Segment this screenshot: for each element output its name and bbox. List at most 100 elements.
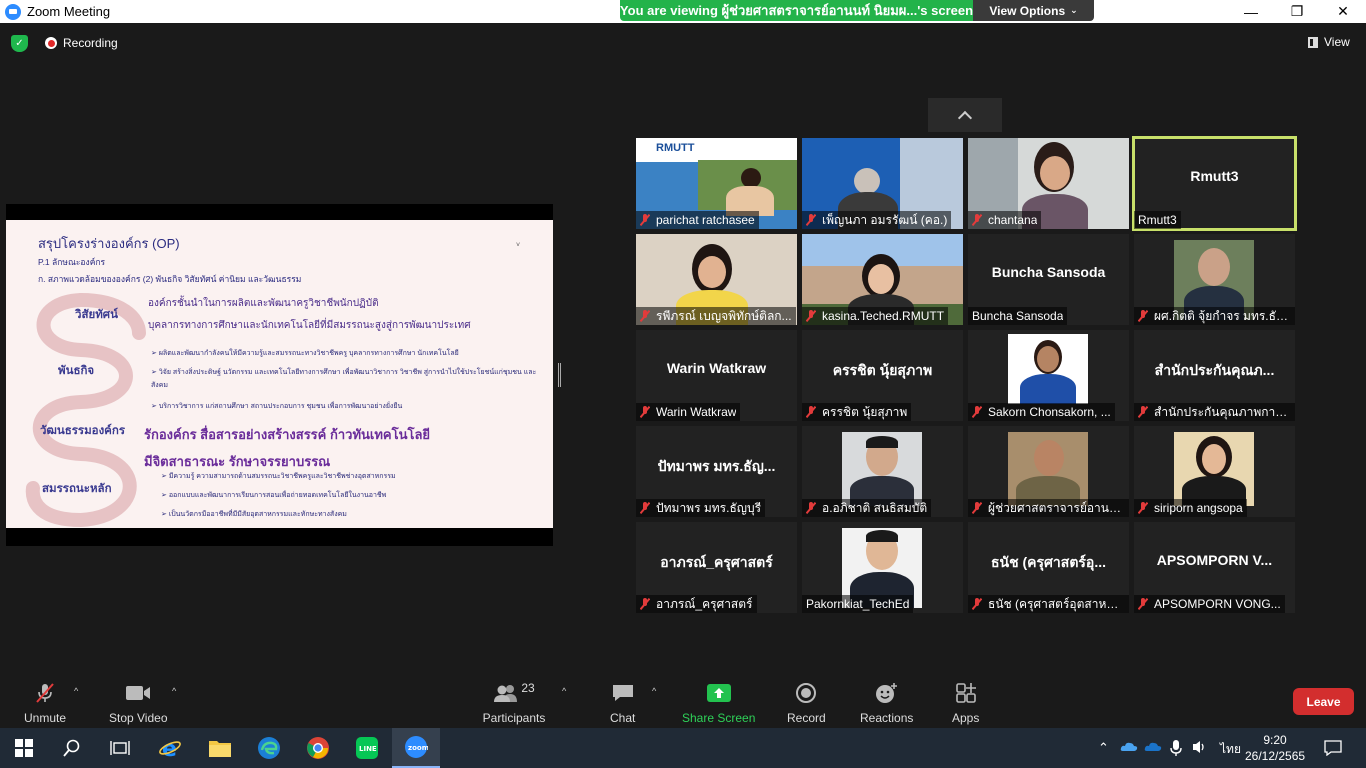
share-banner-message: You are viewing ผู้ช่วยศาสตราจารย์อานนท์… xyxy=(620,0,973,21)
view-options-button[interactable]: View Options ⌄ xyxy=(973,0,1094,21)
culture-line-1: รักองค์กร สื่อสารอย่างสร้างสรรค์ ก้าวทัน… xyxy=(144,427,431,442)
share-screen-button[interactable]: Share Screen xyxy=(682,682,755,725)
recording-label: Recording xyxy=(63,36,118,50)
mic-muted-icon xyxy=(1138,502,1148,514)
reactions-label: Reactions xyxy=(860,711,914,725)
competency-item: มีความรู้ ความสามารถด้านสมรรถนะวิชาชีพคร… xyxy=(161,470,553,483)
participant-name-label: Buncha Sansoda xyxy=(968,307,1068,325)
participant-tile-active-speaker[interactable]: Rmutt3 Rmutt3 xyxy=(1132,136,1297,231)
onedrive-business-icon[interactable] xyxy=(1144,740,1162,755)
video-options-caret-icon[interactable]: ^ xyxy=(172,686,176,696)
participant-tile[interactable]: สำนักประกันคุณภ... สำนักประกันคุณภาพการ.… xyxy=(1134,330,1295,421)
gallery-page-up-button[interactable] xyxy=(928,98,1002,132)
participant-tile[interactable]: ครรชิต นุ้ยสุภาพ ครรชิต นุ้ยสุภาพ xyxy=(802,330,963,421)
microphone-icon[interactable] xyxy=(1170,740,1182,759)
participant-name-label: chantana xyxy=(968,211,1042,229)
chrome-browser-icon[interactable] xyxy=(294,728,342,768)
participant-tile[interactable]: Sakorn Chonsakorn, ... xyxy=(968,330,1129,421)
participant-name-label: ครรชิต นุ้ยสุภาพ xyxy=(802,403,912,421)
participant-name-label: Pakornkiat_TechEd xyxy=(802,595,914,613)
tray-chevron-up-icon[interactable]: ⌃ xyxy=(1098,740,1109,756)
participant-tile[interactable]: รพีภรณ์ เบญจพิทักษ์ติลก... xyxy=(636,234,797,325)
participant-tile[interactable]: Warin Watkraw Warin Watkraw xyxy=(636,330,797,421)
notifications-icon[interactable] xyxy=(1324,740,1342,759)
zoom-app-icon[interactable]: zoom xyxy=(392,728,440,768)
participant-display-name: ครรชิต นุ้ยสุภาพ xyxy=(832,362,933,378)
task-view-icon[interactable] xyxy=(96,728,144,768)
svg-text:LINE: LINE xyxy=(359,745,377,753)
participant-tile[interactable]: ผศ.กิตติ จุ้ยกำจร มทร.ธัญบุรี xyxy=(1134,234,1295,325)
participant-tile[interactable]: APSOMPORN V... APSOMPORN VONG... xyxy=(1134,522,1295,613)
slide-subtitle-1: P.1 ลักษณะองค์กร xyxy=(38,257,106,267)
culture-line-2: มีจิตสาธารณะ รักษาจรรยาบรรณ xyxy=(144,454,331,469)
participant-tile[interactable]: Buncha Sansoda Buncha Sansoda xyxy=(968,234,1129,325)
svg-text:e: e xyxy=(162,737,177,760)
audio-options-caret-icon[interactable]: ^ xyxy=(74,686,78,696)
participant-tile[interactable]: chantana xyxy=(968,138,1129,229)
share-screen-icon xyxy=(706,682,732,704)
recording-indicator[interactable]: Recording xyxy=(45,36,118,50)
slide-subtitle-2: ก. สภาพแวดล้อมขององค์กร (2) พันธกิจ วิสั… xyxy=(38,274,302,284)
mic-muted-icon xyxy=(1138,406,1148,418)
unmute-button[interactable]: Unmute xyxy=(24,682,66,725)
record-button[interactable]: Record xyxy=(787,682,826,725)
stop-video-label: Stop Video xyxy=(109,711,168,725)
participant-display-name: Buncha Sansoda xyxy=(991,264,1106,280)
participants-options-caret-icon[interactable]: ^ xyxy=(562,686,566,696)
edge-browser-icon[interactable] xyxy=(245,728,293,768)
participant-tile[interactable]: Pakornkiat_TechEd xyxy=(802,522,963,613)
reactions-button[interactable]: Reactions xyxy=(860,682,913,725)
windows-start-icon[interactable] xyxy=(0,728,48,768)
participant-tile[interactable]: RMUTT parichat ratchasee xyxy=(636,138,797,229)
view-mode-button[interactable]: View xyxy=(1308,35,1350,49)
internet-explorer-icon[interactable]: e xyxy=(146,728,194,768)
chat-button[interactable]: Chat xyxy=(610,682,635,725)
participant-tile[interactable]: kasina.Teched.RMUTT xyxy=(802,234,963,325)
participant-tile[interactable]: เพ็ญนภา อมรรัฒน์ (คอ.) xyxy=(802,138,963,229)
maximize-button[interactable]: ❐ xyxy=(1274,0,1320,23)
mic-muted-icon xyxy=(1138,598,1148,610)
chat-options-caret-icon[interactable]: ^ xyxy=(652,686,656,696)
participant-tile[interactable]: ธนัช (ครุศาสตร์อุ... ธนัช (ครุศาสตร์อุตส… xyxy=(968,522,1129,613)
video-camera-icon xyxy=(125,682,151,704)
participant-name-label: สำนักประกันคุณภาพการ... xyxy=(1134,403,1295,421)
zoom-logo-icon xyxy=(5,3,21,20)
vision-line-2: บุคลากรทางการศึกษาและนักเทคโนโลยีที่มีสม… xyxy=(148,320,471,331)
participants-button[interactable]: 23 Participants xyxy=(482,681,546,725)
mic-muted-icon xyxy=(806,502,816,514)
apps-label: Apps xyxy=(952,711,980,725)
participant-display-name: อาภรณ์_ครุศาสตร์ xyxy=(660,554,773,570)
participant-tile[interactable]: ปัทมาพร มทร.ธัญ... ปัทมาพร มทร.ธัญบุรี xyxy=(636,426,797,517)
minimize-button[interactable]: — xyxy=(1228,0,1274,23)
system-clock[interactable]: 9:20 26/12/2565 xyxy=(1245,732,1305,764)
search-icon[interactable] xyxy=(48,728,96,768)
mic-muted-icon xyxy=(972,214,982,226)
split-view-handle[interactable] xyxy=(558,363,561,387)
mission-item: วิจัย สร้างสิ่งประดิษฐ์ นวัตกรรม และเทคโ… xyxy=(151,366,546,392)
svg-text:zoom: zoom xyxy=(408,744,428,752)
mic-muted-icon xyxy=(640,214,650,226)
profile-photo xyxy=(1008,334,1088,404)
participant-tile[interactable]: siriporn angsopa xyxy=(1134,426,1295,517)
speaker-volume-icon[interactable] xyxy=(1192,740,1208,757)
stop-video-button[interactable]: Stop Video xyxy=(109,682,168,725)
participant-name-label: siriporn angsopa xyxy=(1134,499,1247,517)
participant-tile[interactable]: อาภรณ์_ครุศาสตร์ อาภรณ์_ครุศาสตร์ xyxy=(636,522,797,613)
shared-screen[interactable]: สรุปโครงร่างองค์กร (OP) P.1 ลักษณะองค์กร… xyxy=(6,204,553,546)
mic-muted-icon xyxy=(806,406,816,418)
unmute-label: Unmute xyxy=(24,711,67,725)
leave-meeting-button[interactable]: Leave xyxy=(1293,688,1354,715)
chevron-down-icon: ⌄ xyxy=(1070,5,1078,15)
encryption-shield-icon[interactable]: ✓ xyxy=(11,35,28,52)
participants-label: Participants xyxy=(482,711,546,725)
participant-tile[interactable]: ผู้ช่วยศาสตราจารย์อานน... xyxy=(968,426,1129,517)
input-language-indicator[interactable]: ไทย xyxy=(1220,740,1241,759)
file-explorer-icon[interactable] xyxy=(196,728,244,768)
close-window-button[interactable]: ✕ xyxy=(1320,0,1366,23)
apps-button[interactable]: Apps xyxy=(952,682,979,725)
slide-title: สรุปโครงร่างองค์กร (OP) xyxy=(38,236,180,251)
onedrive-icon[interactable] xyxy=(1120,740,1138,755)
line-app-icon[interactable]: LINE xyxy=(343,728,391,768)
participant-tile[interactable]: อ.อภิชาติ สนธิสมบัติ xyxy=(802,426,963,517)
layout-icon xyxy=(1308,36,1318,48)
